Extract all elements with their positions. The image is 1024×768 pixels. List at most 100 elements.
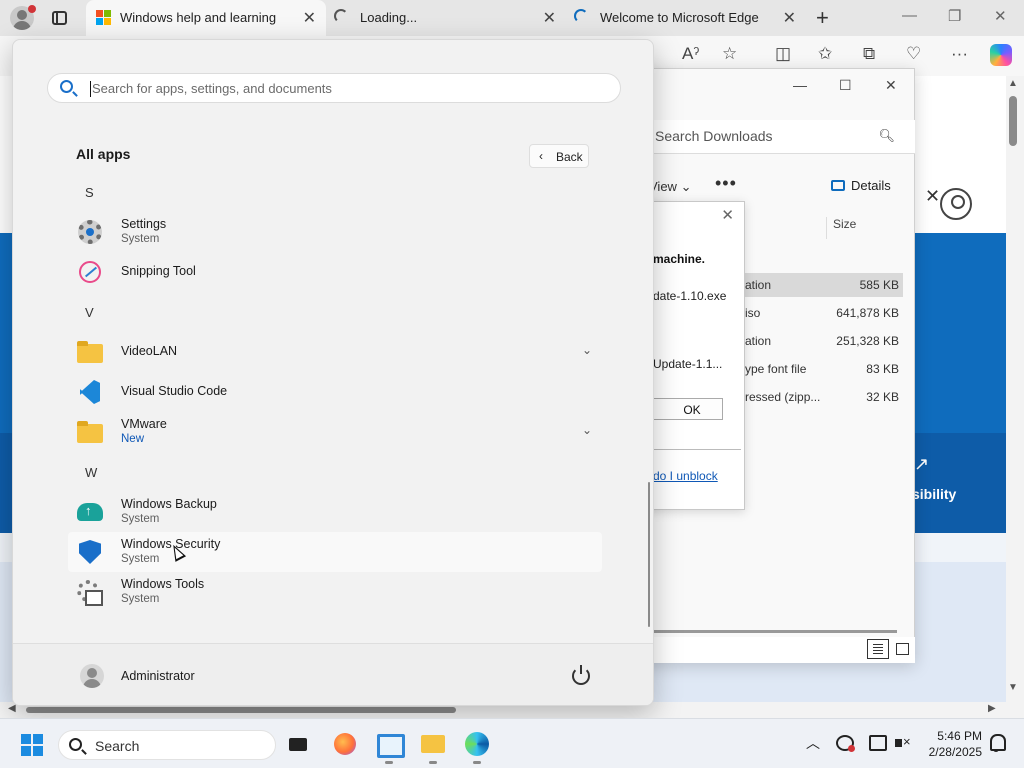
read-aloud-icon[interactable]: A͏ˀ bbox=[682, 44, 699, 64]
tiles-view-icon[interactable] bbox=[891, 639, 913, 659]
user-name[interactable]: Administrator bbox=[121, 669, 195, 683]
details-pane-button[interactable]: Details bbox=[831, 178, 891, 193]
search-placeholder: Search Downloads bbox=[655, 128, 773, 144]
app-name: Snipping Tool bbox=[121, 264, 196, 278]
folder-icon bbox=[77, 339, 103, 365]
copilot-icon[interactable] bbox=[990, 44, 1012, 66]
app-name: Visual Studio Code bbox=[121, 384, 228, 398]
app-settings[interactable]: Settings System bbox=[68, 212, 602, 252]
scroll-thumb[interactable] bbox=[1009, 96, 1017, 146]
file-row[interactable]: ation 251,328 KB bbox=[741, 329, 903, 353]
system-clock[interactable]: 5:46 PM 2/28/2025 bbox=[918, 728, 982, 760]
more-icon[interactable]: ··· bbox=[951, 44, 968, 64]
letter-heading-s[interactable]: S bbox=[85, 185, 94, 200]
edge-icon[interactable] bbox=[465, 732, 489, 764]
tab-loading[interactable]: Loading... ✕ bbox=[326, 0, 566, 36]
app-windows-security[interactable]: Windows Security System bbox=[68, 532, 602, 572]
collections-icon[interactable]: ⧉ bbox=[863, 44, 875, 64]
volume-muted-icon[interactable] bbox=[894, 734, 912, 751]
app-name: Windows Tools bbox=[121, 577, 205, 591]
app-subtitle: System bbox=[121, 553, 160, 565]
accessibility-label[interactable]: sibility bbox=[912, 486, 956, 502]
chevron-left-icon: ‹ bbox=[539, 149, 543, 163]
back-label: Back bbox=[556, 150, 583, 164]
file-size: 32 KB bbox=[866, 390, 899, 404]
back-button[interactable]: ‹ Back bbox=[529, 144, 589, 168]
account-icon[interactable] bbox=[940, 188, 972, 220]
details-label: Details bbox=[851, 178, 891, 193]
favorite-star-icon[interactable]: ☆ bbox=[722, 44, 737, 64]
app-visual-studio-code[interactable]: Visual Studio Code bbox=[68, 372, 602, 412]
vertical-scrollbar[interactable]: ▲ ▼ bbox=[1006, 76, 1024, 702]
close-window-icon[interactable]: ✕ bbox=[885, 77, 897, 94]
close-banner-icon[interactable]: ✕ bbox=[925, 186, 940, 207]
browser-essentials-icon[interactable]: ♡ bbox=[906, 44, 921, 64]
app-snipping-tool[interactable]: Snipping Tool bbox=[68, 252, 602, 292]
text-caret bbox=[90, 81, 91, 97]
explorer-horizontal-scrollbar[interactable] bbox=[649, 630, 897, 633]
user-avatar-icon[interactable] bbox=[80, 664, 104, 688]
file-row[interactable]: iso 641,878 KB bbox=[741, 301, 903, 325]
browser-tab-strip: Windows help and learning ✕ Loading... ✕… bbox=[0, 0, 1024, 36]
scroll-up-icon[interactable]: ▲ bbox=[1008, 78, 1018, 89]
app-vmware-folder[interactable]: VMware New ⌄ bbox=[68, 412, 602, 452]
windows-start-icon[interactable] bbox=[21, 734, 43, 756]
taskbar-search-box[interactable]: Search bbox=[58, 730, 276, 760]
details-view-icon[interactable] bbox=[867, 639, 889, 659]
notifications-bell-icon[interactable] bbox=[988, 734, 1006, 752]
tab-welcome-edge[interactable]: Welcome to Microsoft Edge ✕ bbox=[566, 0, 806, 36]
close-dialog-icon[interactable]: ✕ bbox=[721, 206, 734, 224]
tab-actions-icon[interactable] bbox=[50, 8, 70, 28]
profile-notification-dot bbox=[28, 5, 36, 13]
chevron-down-icon[interactable]: ⌄ bbox=[582, 423, 592, 437]
scroll-right-icon[interactable]: ▶ bbox=[988, 703, 996, 714]
unblock-help-link[interactable]: do I unblock bbox=[653, 469, 718, 483]
scroll-thumb[interactable] bbox=[26, 707, 456, 713]
search-icon[interactable]: 🔍︎ bbox=[878, 128, 895, 144]
task-view-icon[interactable] bbox=[287, 732, 311, 756]
app-videolan-folder[interactable]: VideoLAN ⌄ bbox=[68, 332, 602, 372]
close-tab-icon[interactable]: ✕ bbox=[543, 8, 556, 28]
restore-icon[interactable]: ❐ bbox=[948, 7, 961, 25]
start-search-input[interactable]: Search for apps, settings, and documents bbox=[47, 73, 621, 103]
size-column-header[interactable]: Size bbox=[826, 217, 906, 239]
maximize-icon[interactable]: ☐ bbox=[839, 77, 852, 94]
minimize-icon[interactable]: — bbox=[793, 77, 807, 93]
split-screen-icon[interactable]: ◫ bbox=[775, 44, 791, 64]
downloads-search-input[interactable]: Search Downloads 🔍︎ bbox=[645, 120, 915, 154]
file-explorer-icon[interactable] bbox=[421, 732, 445, 764]
close-tab-icon[interactable]: ✕ bbox=[783, 8, 796, 28]
file-type: iso bbox=[745, 306, 761, 320]
start-menu: Search for apps, settings, and documents… bbox=[12, 39, 654, 706]
start-menu-scrollbar[interactable] bbox=[648, 482, 650, 627]
close-window-icon[interactable]: ✕ bbox=[994, 7, 1007, 25]
file-row[interactable]: ation 585 KB bbox=[741, 273, 903, 297]
sync-status-icon[interactable] bbox=[836, 735, 855, 752]
file-size: 585 KB bbox=[859, 278, 899, 292]
app-windows-backup[interactable]: Windows Backup System bbox=[68, 492, 602, 532]
close-tab-icon[interactable]: ✕ bbox=[303, 8, 316, 28]
show-hidden-icons-chevron-icon[interactable]: ︿ bbox=[806, 733, 820, 753]
network-icon[interactable] bbox=[869, 735, 887, 751]
share-arrow-icon: ↗ bbox=[914, 454, 930, 474]
minimize-icon[interactable]: — bbox=[902, 7, 917, 24]
view-menu-button[interactable]: View ⌄ bbox=[649, 179, 691, 195]
firefox-icon[interactable] bbox=[333, 732, 357, 756]
details-pane-icon bbox=[831, 180, 845, 191]
file-size: 251,328 KB bbox=[836, 334, 899, 348]
letter-heading-v[interactable]: V bbox=[85, 305, 94, 320]
file-row[interactable]: ressed (zipp... 32 KB bbox=[741, 385, 903, 409]
file-row[interactable]: ype font file 83 KB bbox=[741, 357, 903, 381]
power-icon[interactable] bbox=[572, 665, 590, 685]
letter-heading-w[interactable]: W bbox=[85, 465, 97, 480]
running-indicator bbox=[429, 761, 437, 764]
new-tab-icon[interactable]: + bbox=[816, 5, 829, 31]
remote-desktop-icon[interactable] bbox=[377, 732, 405, 764]
scroll-down-icon[interactable]: ▼ bbox=[1008, 682, 1018, 693]
favorites-icon[interactable]: ✩ bbox=[818, 44, 832, 64]
app-windows-tools[interactable]: Windows Tools System bbox=[68, 572, 602, 612]
chevron-down-icon[interactable]: ⌄ bbox=[582, 343, 592, 357]
tab-windows-help[interactable]: Windows help and learning ✕ bbox=[86, 0, 326, 36]
more-options-icon[interactable]: ••• bbox=[715, 173, 737, 194]
ok-button[interactable]: OK bbox=[653, 398, 723, 420]
